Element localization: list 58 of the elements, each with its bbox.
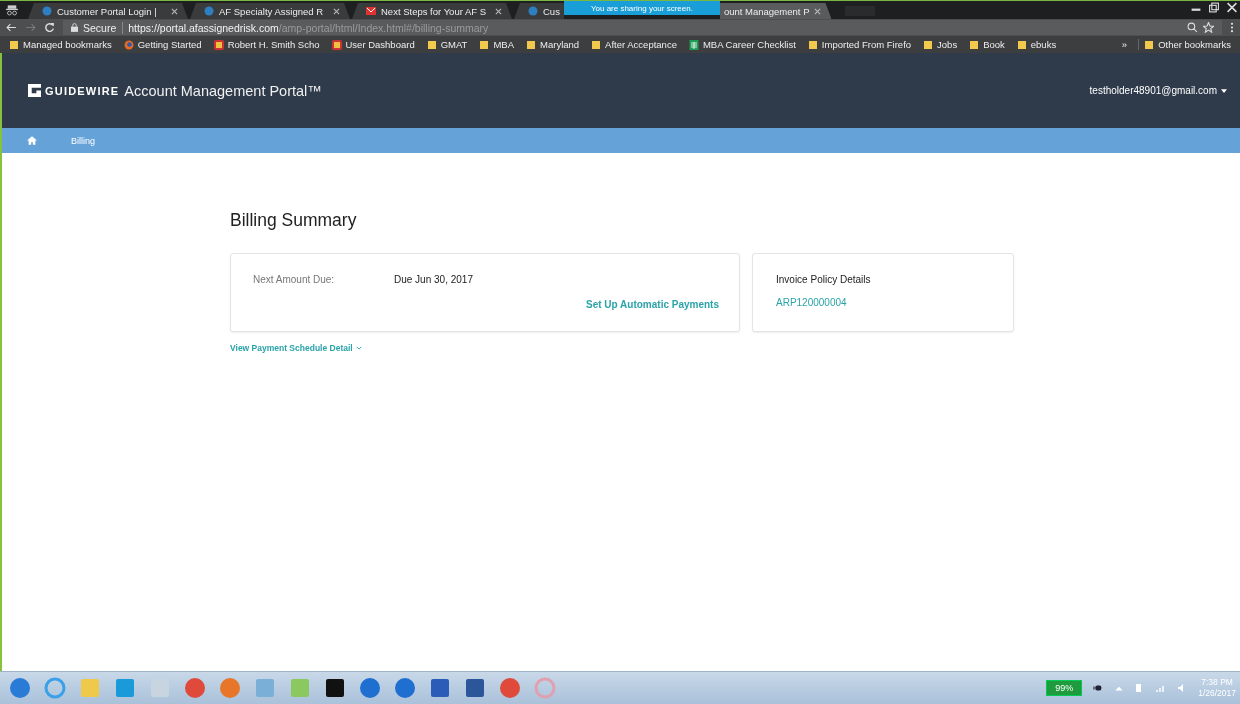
envelope-icon [366, 6, 376, 16]
crest-icon [331, 39, 342, 50]
back-arrow-icon[interactable] [6, 22, 17, 33]
bookmark[interactable]: After Acceptance [586, 39, 682, 50]
site-icon [204, 6, 214, 16]
home-icon[interactable] [27, 136, 37, 145]
close-icon[interactable] [495, 7, 502, 15]
bookmark[interactable]: Jobs [918, 39, 963, 50]
bookmark[interactable]: GMAT [421, 39, 473, 50]
menu-icon[interactable] [1230, 22, 1234, 33]
star-icon[interactable] [1203, 22, 1214, 33]
bookmark[interactable]: User Dashboard [326, 39, 420, 50]
due-label: Next Amount Due: [253, 274, 336, 285]
url-text: https://portal.afassignedrisk.com/amp-portal/html/Index.html#/billing-summary [128, 21, 489, 34]
restore-icon[interactable] [1208, 2, 1220, 13]
browser-tab[interactable]: Cus [514, 3, 564, 19]
start-orb-icon[interactable] [8, 676, 32, 700]
user-menu[interactable]: testholder48901@gmail.com [1089, 85, 1227, 96]
bookmark[interactable]: ebuks [1011, 39, 1062, 50]
address-field[interactable]: Secure https://portal.afassignedrisk.com/amp-portal/html/Index.html#/billing-summary [63, 20, 1222, 35]
close-icon[interactable] [171, 7, 178, 15]
close-icon[interactable] [333, 7, 340, 15]
page-title: Billing Summary [230, 210, 358, 231]
close-icon[interactable] [1226, 2, 1238, 13]
policy-heading: Invoice Policy Details [776, 274, 872, 285]
bookmark[interactable]: Imported From Firefo [802, 39, 917, 50]
bookmark[interactable]: Maryland [521, 39, 585, 50]
bookmark[interactable]: Book [964, 39, 1010, 50]
forward-arrow-icon[interactable] [25, 22, 36, 33]
caret-icon [1221, 88, 1227, 93]
logo-icon [28, 84, 41, 97]
bookmark[interactable]: Other bookmarks [1138, 39, 1236, 50]
bookmark[interactable]: Robert H. Smith Scho [208, 39, 325, 50]
lock-icon [71, 23, 78, 32]
due-date: Due Jun 30, 2017 [394, 274, 473, 285]
reload-icon[interactable] [44, 22, 55, 33]
chevron-icon [355, 346, 362, 350]
secure-label: Secure [83, 21, 124, 34]
browser-tab[interactable]: Next Steps for Your AF S [352, 3, 512, 19]
brand-name: GUIDEWIRE [45, 84, 120, 97]
crest-icon [213, 39, 224, 50]
bookmark[interactable]: MBA Career Checklist [683, 39, 801, 50]
browser-tab[interactable]: ount Management P [719, 3, 832, 19]
bookmark[interactable]: Managed bookmarks [4, 39, 117, 50]
browser-tab[interactable]: AF Specialty Assigned R [190, 3, 350, 19]
incognito-icon [6, 5, 18, 16]
browser-tab[interactable]: Customer Portal Login | [28, 3, 188, 19]
globe-icon [123, 39, 134, 50]
site-icon [528, 6, 538, 16]
site-icon [42, 6, 52, 16]
product-name: Account Management Portal™ [124, 82, 322, 99]
bookmark[interactable]: Getting Started [118, 39, 207, 50]
more-bookmarks-button[interactable]: » [1116, 39, 1133, 50]
screen-share-toast: You are sharing your screen. [563, 1, 720, 15]
battery-indicator[interactable]: 99% [1046, 680, 1083, 696]
bookmark[interactable]: MBA [474, 39, 519, 50]
zoom-icon[interactable] [1187, 22, 1198, 33]
spreadsheet-icon [688, 39, 699, 50]
